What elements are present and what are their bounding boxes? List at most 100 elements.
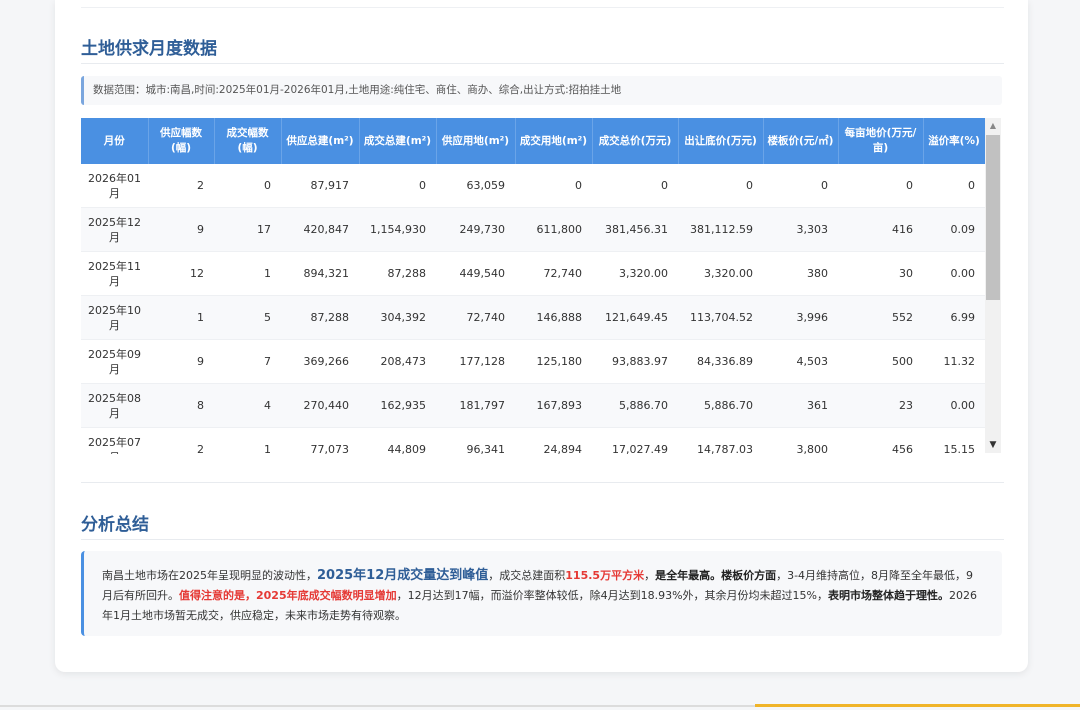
table-cell: 177,128 [436, 339, 515, 384]
table-cell: 7 [214, 339, 281, 384]
table-cell: 369,266 [281, 339, 359, 384]
table-cell: 3,303 [763, 207, 838, 252]
table-cell: 14,787.03 [678, 427, 763, 454]
table-cell: 23 [838, 383, 923, 428]
table-cell: 1 [148, 295, 214, 340]
table-cell: 270,440 [281, 383, 359, 428]
summary-text: ， [644, 569, 656, 582]
table-cell: 87,917 [281, 164, 359, 208]
table-cell: 3,320.00 [592, 251, 678, 296]
table-cell: 5 [214, 295, 281, 340]
summary-highlight-area: 115.5万平方米 [565, 569, 645, 582]
col-header[interactable]: 供应总建(m²) [281, 118, 360, 164]
table-cell: 8 [148, 383, 214, 428]
table-cell: 0 [359, 164, 436, 208]
table-cell: 11.32 [923, 339, 985, 384]
table-cell: 361 [763, 383, 838, 428]
summary-highlight-peak: 2025年12月成交量达到峰值 [317, 568, 489, 583]
table-row[interactable]: 2025年08月 8 4 270,440 162,935 181,797 167,893 5,… [81, 383, 985, 428]
scroll-up-icon[interactable]: ▲ [985, 118, 1001, 134]
table-cell: 3,800 [763, 427, 838, 454]
data-scope-note: 数据范围：城市:南昌,时间:2025年01月-2026年01月,土地用途:纯住宅… [81, 76, 1002, 105]
table-cell: 93,883.97 [592, 339, 678, 384]
section-divider [81, 539, 1004, 540]
month-cell: 2025年08月 [81, 383, 148, 428]
col-header[interactable]: 成交总建(m²) [359, 118, 437, 164]
table-cell: 125,180 [515, 339, 592, 384]
summary-text: 南昌土地市场在2025年呈现明显的波动性， [102, 569, 317, 582]
col-header[interactable]: 溢价率(%) [923, 118, 986, 164]
table-cell: 1 [214, 427, 281, 454]
table-cell: 0 [763, 164, 838, 208]
table-cell: 1,154,930 [359, 207, 436, 252]
col-header[interactable]: 楼板价(元/㎡) [763, 118, 839, 164]
table-row[interactable]: 2025年12月 9 17 420,847 1,154,930 249,730 611,80… [81, 207, 985, 252]
table-row[interactable]: 2026年01月 2 0 87,917 0 63,059 0 0 0 0 0 0 [81, 164, 985, 208]
table-cell: 15.15 [923, 427, 985, 454]
table-cell: 63,059 [436, 164, 515, 208]
analysis-summary: 南昌土地市场在2025年呈现明显的波动性，2025年12月成交量达到峰值，成交总… [81, 551, 1002, 636]
table-cell: 0.00 [923, 383, 985, 428]
col-header[interactable]: 成交用地(m²) [515, 118, 593, 164]
land-supply-table: 月份 供应幅数(幅) 成交幅数(幅) 供应总建(m²) 成交总建(m²) 供应用… [81, 118, 986, 454]
table-cell: 77,073 [281, 427, 359, 454]
table-scrollbar[interactable]: ▲ ▼ [985, 118, 1001, 453]
table-cell: 17,027.49 [592, 427, 678, 454]
table-cell: 12 [148, 251, 214, 296]
table-cell: 113,704.52 [678, 295, 763, 340]
table-cell: 17 [214, 207, 281, 252]
table-cell: 208,473 [359, 339, 436, 384]
scroll-down-icon[interactable]: ▼ [985, 437, 1001, 453]
top-divider [81, 7, 1004, 8]
section-title-monthly-data: 土地供求月度数据 [81, 39, 217, 59]
section-divider [81, 482, 1004, 483]
table-cell: 0 [678, 164, 763, 208]
table-cell: 30 [838, 251, 923, 296]
table-row[interactable]: 2025年11月 12 1 894,321 87,288 449,540 72,740 3,3… [81, 251, 985, 296]
month-cell: 2025年11月 [81, 251, 148, 296]
col-header[interactable]: 出让底价(万元) [678, 118, 764, 164]
table-cell: 416 [838, 207, 923, 252]
table-cell: 121,649.45 [592, 295, 678, 340]
data-table-container[interactable]: 月份 供应幅数(幅) 成交幅数(幅) 供应总建(m²) 成交总建(m²) 供应用… [81, 118, 1001, 454]
col-header[interactable]: 供应用地(m²) [436, 118, 516, 164]
table-cell: 380 [763, 251, 838, 296]
table-cell: 24,894 [515, 427, 592, 454]
section-divider [81, 63, 1004, 64]
table-cell: 9 [148, 207, 214, 252]
table-cell: 0 [923, 164, 985, 208]
table-cell: 96,341 [436, 427, 515, 454]
col-header[interactable]: 成交总价(万元) [592, 118, 679, 164]
table-row[interactable]: 2025年09月 9 7 369,266 208,473 177,128 125,180 93… [81, 339, 985, 384]
month-cell: 2025年10月 [81, 295, 148, 340]
col-header[interactable]: 月份 [81, 118, 149, 164]
table-cell: 44,809 [359, 427, 436, 454]
table-cell: 72,740 [515, 251, 592, 296]
table-cell: 500 [838, 339, 923, 384]
table-cell: 611,800 [515, 207, 592, 252]
month-cell: 2025年12月 [81, 207, 148, 252]
col-header[interactable]: 成交幅数(幅) [214, 118, 282, 164]
table-cell: 0 [592, 164, 678, 208]
summary-bold: 是全年最高。楼板价方面 [655, 569, 777, 582]
table-cell: 167,893 [515, 383, 592, 428]
table-cell: 162,935 [359, 383, 436, 428]
table-cell: 72,740 [436, 295, 515, 340]
col-header[interactable]: 每亩地价(万元/亩) [838, 118, 924, 164]
summary-bold-conclusion: 表明市场整体趋于理性。 [828, 589, 950, 602]
table-cell: 3,996 [763, 295, 838, 340]
footer-accent-bar [755, 704, 1080, 707]
table-row[interactable]: 2025年07月2177,07344,80996,34124,89417,027… [81, 427, 985, 454]
col-header[interactable]: 供应幅数(幅) [148, 118, 215, 164]
table-row[interactable]: 2025年10月 1 5 87,288 304,392 72,740 146,888 121,… [81, 295, 985, 340]
table-cell: 456 [838, 427, 923, 454]
month-cell: 2025年07月 [81, 427, 148, 454]
table-cell: 449,540 [436, 251, 515, 296]
content-card: 土地供求月度数据 数据范围：城市:南昌,时间:2025年01月-2026年01月… [55, 0, 1028, 672]
table-cell: 87,288 [359, 251, 436, 296]
month-cell: 2026年01月 [81, 164, 148, 208]
table-cell: 2 [148, 164, 214, 208]
scrollbar-thumb[interactable] [986, 135, 1000, 300]
table-cell: 0 [214, 164, 281, 208]
table-cell: 249,730 [436, 207, 515, 252]
